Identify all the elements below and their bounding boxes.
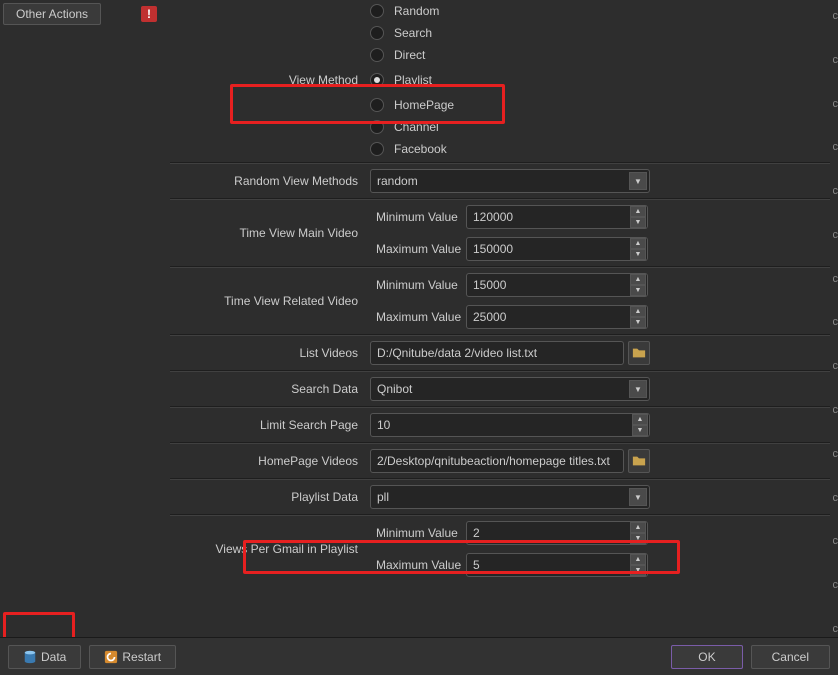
chevron-down-icon: ▼ bbox=[629, 488, 647, 506]
ok-button[interactable]: OK bbox=[671, 645, 742, 669]
time-main-max-input[interactable]: 150000 ▲▼ bbox=[466, 237, 648, 261]
other-actions-button[interactable]: Other Actions bbox=[3, 3, 101, 25]
combo-value: pll bbox=[377, 490, 389, 504]
random-view-methods-combo[interactable]: random ▼ bbox=[370, 169, 650, 193]
stepper-up-icon[interactable]: ▲ bbox=[630, 306, 646, 317]
homepage-videos-input[interactable]: 2/Desktop/qnitubeaction/homepage titles.… bbox=[370, 449, 624, 473]
homepage-videos-label: HomePage Videos bbox=[170, 454, 370, 468]
list-videos-label: List Videos bbox=[170, 346, 370, 360]
stepper-down-icon[interactable]: ▼ bbox=[630, 285, 646, 296]
folder-icon bbox=[632, 346, 646, 360]
min-label: Minimum Value bbox=[370, 210, 466, 224]
views-gmail-min-input[interactable]: 2 ▲▼ bbox=[466, 521, 648, 545]
browse-button[interactable] bbox=[628, 341, 650, 365]
data-button[interactable]: Data bbox=[8, 645, 81, 669]
radio-facebook[interactable]: Facebook bbox=[370, 138, 830, 160]
stepper-up-icon[interactable]: ▲ bbox=[632, 414, 648, 425]
playlist-data-combo[interactable]: pll ▼ bbox=[370, 485, 650, 509]
stepper-down-icon[interactable]: ▼ bbox=[630, 317, 646, 328]
radio-homepage[interactable]: HomePage bbox=[370, 94, 830, 116]
views-per-gmail-label: Views Per Gmail in Playlist bbox=[170, 542, 370, 556]
time-related-min-input[interactable]: 15000 ▲▼ bbox=[466, 273, 648, 297]
random-view-methods-label: Random View Methods bbox=[170, 174, 370, 188]
stepper-up-icon[interactable]: ▲ bbox=[630, 522, 646, 533]
min-label: Minimum Value bbox=[370, 526, 466, 540]
stepper-down-icon[interactable]: ▼ bbox=[630, 217, 646, 228]
view-method-label: View Method bbox=[170, 73, 370, 87]
radio-label: Channel bbox=[394, 120, 439, 134]
time-related-max-input[interactable]: 25000 ▲▼ bbox=[466, 305, 648, 329]
max-label: Maximum Value bbox=[370, 310, 466, 324]
radio-random[interactable]: Random bbox=[370, 0, 830, 22]
stepper-down-icon[interactable]: ▼ bbox=[630, 533, 646, 544]
restart-icon bbox=[104, 650, 118, 664]
stepper-up-icon[interactable]: ▲ bbox=[630, 238, 646, 249]
views-gmail-max-input[interactable]: 5 ▲▼ bbox=[466, 553, 648, 577]
browse-button[interactable] bbox=[628, 449, 650, 473]
radio-label: Direct bbox=[394, 48, 425, 62]
radio-search[interactable]: Search bbox=[370, 22, 830, 44]
folder-icon bbox=[632, 454, 646, 468]
stepper-up-icon[interactable]: ▲ bbox=[630, 206, 646, 217]
restart-button[interactable]: Restart bbox=[89, 645, 176, 669]
radio-playlist[interactable]: Playlist bbox=[370, 69, 432, 91]
search-data-combo[interactable]: Qnibot ▼ bbox=[370, 377, 650, 401]
limit-search-label: Limit Search Page bbox=[170, 418, 370, 432]
time-related-label: Time View Related Video bbox=[170, 294, 370, 308]
stepper-up-icon[interactable]: ▲ bbox=[630, 554, 646, 565]
footer-bar: Data Restart OK Cancel bbox=[0, 637, 838, 675]
radio-label: Search bbox=[394, 26, 432, 40]
cancel-button[interactable]: Cancel bbox=[751, 645, 830, 669]
radio-label: HomePage bbox=[394, 98, 454, 112]
database-icon bbox=[23, 650, 37, 664]
time-main-min-input[interactable]: 120000 ▲▼ bbox=[466, 205, 648, 229]
limit-search-input[interactable]: 10 ▲▼ bbox=[370, 413, 650, 437]
radio-label: Random bbox=[394, 4, 439, 18]
radio-channel[interactable]: Channel bbox=[370, 116, 830, 138]
min-label: Minimum Value bbox=[370, 278, 466, 292]
max-label: Maximum Value bbox=[370, 242, 466, 256]
list-videos-input[interactable]: D:/Qnitube/data 2/video list.txt bbox=[370, 341, 624, 365]
form-panel: Random Search Direct View Method Playlis… bbox=[170, 0, 830, 635]
stepper-down-icon[interactable]: ▼ bbox=[630, 565, 646, 576]
combo-value: random bbox=[377, 174, 418, 188]
right-edge-marks: ccc ccc ccc ccc ccc bbox=[833, 10, 838, 635]
time-main-label: Time View Main Video bbox=[170, 226, 370, 240]
playlist-data-label: Playlist Data bbox=[170, 490, 370, 504]
notification-badge[interactable]: ! bbox=[141, 6, 157, 22]
stepper-down-icon[interactable]: ▼ bbox=[630, 249, 646, 260]
chevron-down-icon: ▼ bbox=[629, 172, 647, 190]
radio-direct[interactable]: Direct bbox=[370, 44, 830, 66]
search-data-label: Search Data bbox=[170, 382, 370, 396]
stepper-up-icon[interactable]: ▲ bbox=[630, 274, 646, 285]
radio-label: Facebook bbox=[394, 142, 447, 156]
combo-value: Qnibot bbox=[377, 382, 412, 396]
chevron-down-icon: ▼ bbox=[629, 380, 647, 398]
max-label: Maximum Value bbox=[370, 558, 466, 572]
radio-label: Playlist bbox=[394, 73, 432, 87]
stepper-down-icon[interactable]: ▼ bbox=[632, 425, 648, 436]
